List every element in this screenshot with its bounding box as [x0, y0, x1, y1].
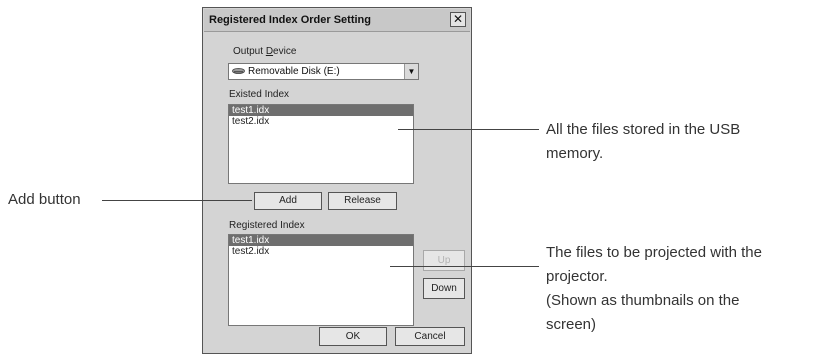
output-device-mnemonic: D: [265, 46, 274, 57]
output-device-label-prefix: Output: [233, 46, 266, 57]
existed-files-leader-line: [398, 129, 539, 130]
registered-index-dialog: Registered Index Order Setting ✕ Output …: [202, 7, 472, 354]
down-button[interactable]: Down: [423, 278, 465, 299]
registered-annotation-line2: projector.: [546, 268, 608, 285]
up-button[interactable]: Up: [423, 250, 465, 271]
registered-annotation-line1: The files to be projected with the: [546, 244, 762, 261]
registered-index-list[interactable]: test1.idx test2.idx: [228, 234, 414, 326]
dropdown-button[interactable]: ▼: [404, 64, 418, 79]
existed-index-list[interactable]: test1.idx test2.idx: [228, 104, 414, 184]
list-item[interactable]: test1.idx: [229, 235, 413, 246]
title-bar[interactable]: Registered Index Order Setting ✕: [204, 9, 470, 32]
output-device-value: Removable Disk (E:): [248, 66, 340, 77]
release-button[interactable]: Release: [328, 192, 397, 210]
chevron-down-icon: ▼: [407, 67, 416, 76]
output-device-select[interactable]: Removable Disk (E:) ▼: [228, 63, 419, 80]
registered-annotation-line4: screen): [546, 316, 597, 333]
output-device-label: Output Device: [233, 46, 296, 57]
registered-index-label: Registered Index: [229, 220, 305, 231]
existed-files-annotation-line1: All the files stored in the USB: [546, 121, 741, 138]
add-button[interactable]: Add: [254, 192, 322, 210]
ok-button[interactable]: OK: [319, 327, 387, 346]
list-item[interactable]: test1.idx: [229, 105, 413, 116]
existed-index-label: Existed Index: [229, 89, 290, 100]
close-icon: ✕: [452, 12, 464, 26]
output-device-label-suffix: evice: [273, 46, 297, 57]
registered-annotation-line3: (Shown as thumbnails on the: [546, 292, 740, 309]
cancel-button[interactable]: Cancel: [395, 327, 465, 346]
close-button[interactable]: ✕: [450, 12, 466, 27]
list-item[interactable]: test2.idx: [229, 246, 413, 257]
registered-files-leader-line: [390, 266, 539, 267]
drive-icon: [232, 68, 245, 74]
list-item[interactable]: test2.idx: [229, 116, 413, 127]
add-button-annotation: Add button: [8, 191, 81, 208]
add-button-leader-line: [102, 200, 252, 201]
dialog-title: Registered Index Order Setting: [209, 14, 371, 26]
existed-files-annotation-line2: memory.: [546, 145, 604, 162]
